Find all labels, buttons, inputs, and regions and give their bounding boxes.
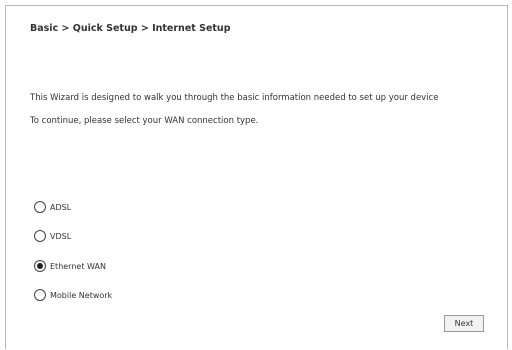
breadcrumb: Basic > Quick Setup > Internet Setup — [30, 23, 231, 34]
wizard-description: This Wizard is designed to walk you thro… — [30, 93, 439, 103]
radio-button[interactable] — [34, 260, 46, 272]
wan-option-vdsl[interactable]: VDSL — [34, 230, 71, 242]
wan-option-label: ADSL — [50, 202, 72, 212]
radio-button[interactable] — [34, 230, 46, 242]
wan-option-label: VDSL — [50, 231, 72, 241]
next-button[interactable]: Next — [444, 315, 484, 332]
wan-option-mobile-network[interactable]: Mobile Network — [34, 289, 112, 301]
wan-option-label: Mobile Network — [50, 290, 113, 300]
wizard-instruction: To continue, please select your WAN conn… — [30, 116, 259, 126]
radio-button[interactable] — [34, 201, 46, 213]
radio-button[interactable] — [34, 289, 46, 301]
wan-option-label: Ethernet WAN — [50, 261, 106, 271]
wan-option-ethernet-wan[interactable]: Ethernet WAN — [34, 260, 106, 272]
wan-option-adsl[interactable]: ADSL — [34, 201, 71, 213]
